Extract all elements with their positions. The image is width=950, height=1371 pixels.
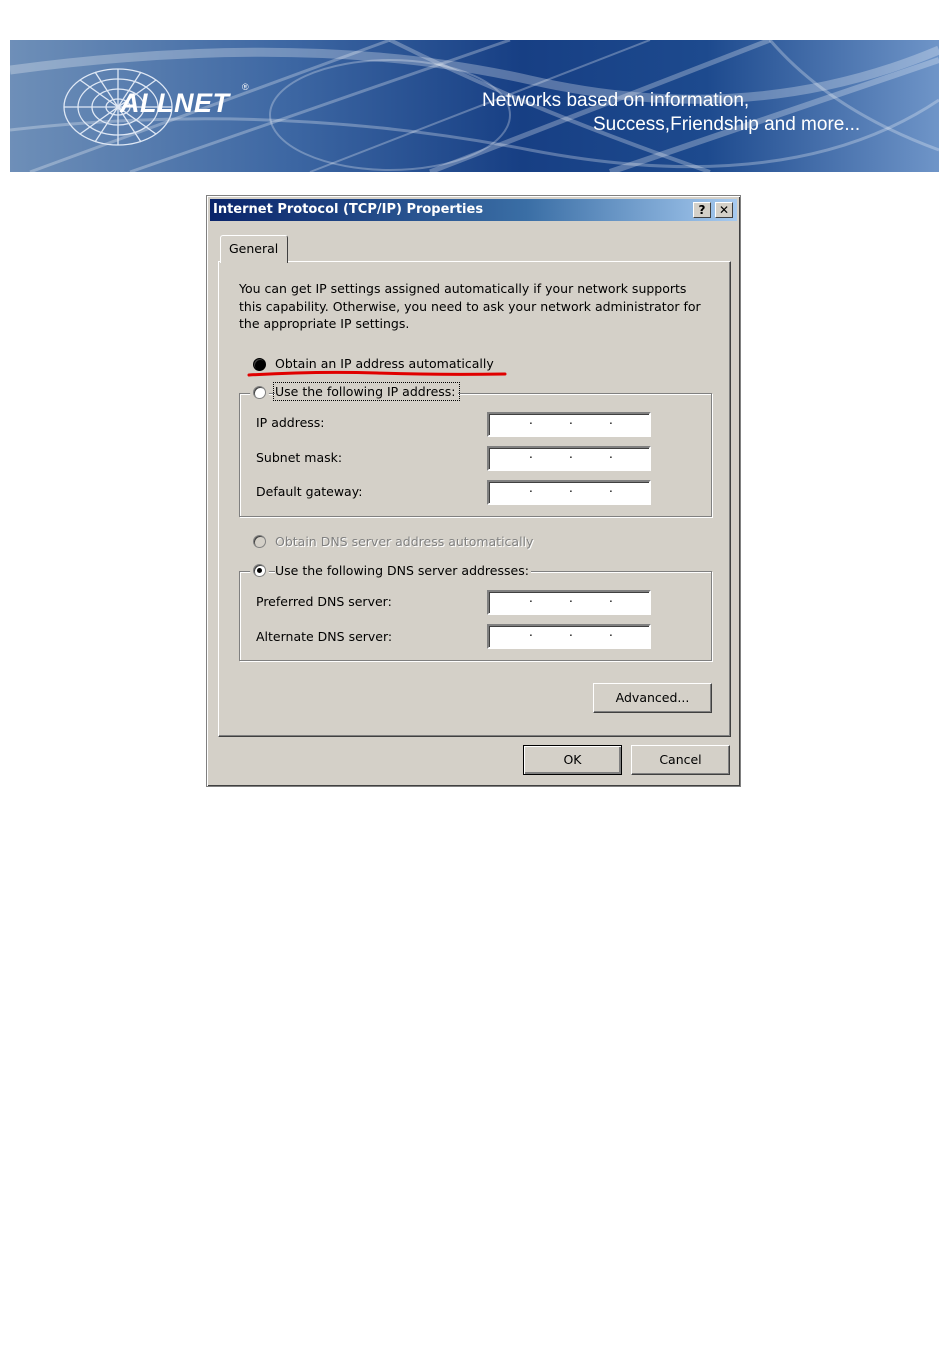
preferred-dns-field[interactable] — [487, 590, 651, 615]
preferred-dns-label: Preferred DNS server: — [256, 594, 392, 609]
subnet-mask-label: Subnet mask: — [256, 450, 343, 465]
general-tab-panel: You can get IP settings assigned automat… — [218, 261, 731, 737]
use-following-ip-radio[interactable] — [253, 386, 266, 399]
tcpip-properties-dialog: Internet Protocol (TCP/IP) Properties ? … — [206, 195, 741, 787]
use-following-ip-label[interactable]: Use the following IP address: — [273, 382, 460, 401]
advanced-button-label: Advanced... — [615, 690, 690, 705]
use-following-dns-radio[interactable] — [253, 564, 266, 577]
tab-general-label: General — [229, 241, 279, 256]
intro-line-1: You can get IP settings assigned automat… — [239, 281, 687, 296]
dialog-title: Internet Protocol (TCP/IP) Properties — [213, 202, 484, 217]
alternate-dns-field[interactable] — [487, 624, 651, 649]
slogan-line-1: Networks based on information, — [482, 90, 750, 111]
cancel-button[interactable]: Cancel — [631, 745, 730, 775]
intro-line-3: the appropriate IP settings. — [239, 316, 410, 331]
use-following-dns-label[interactable]: Use the following DNS server addresses: — [275, 563, 531, 578]
default-gateway-field[interactable] — [487, 480, 651, 505]
red-highlight-underline — [247, 370, 507, 377]
obtain-dns-auto-label[interactable]: Obtain DNS server address automatically — [275, 534, 533, 549]
dialog-title-bar[interactable]: Internet Protocol (TCP/IP) Properties ? … — [210, 199, 737, 221]
subnet-mask-field[interactable] — [487, 446, 651, 471]
obtain-dns-auto-radio[interactable] — [253, 535, 266, 548]
close-button[interactable]: ✕ — [715, 202, 733, 218]
allnet-banner: ALLNET ® Networks based on information, … — [10, 40, 939, 172]
allnet-brand-name: ALLNET — [120, 88, 230, 118]
default-gateway-label: Default gateway: — [256, 484, 363, 499]
slogan-line-2: Success,Friendship and more... — [593, 114, 861, 135]
intro-text: You can get IP settings assigned automat… — [239, 280, 709, 333]
advanced-button[interactable]: Advanced... — [593, 683, 712, 713]
alternate-dns-label: Alternate DNS server: — [256, 629, 393, 644]
registered-mark: ® — [242, 82, 249, 92]
tab-general[interactable]: General — [220, 235, 288, 263]
intro-line-2: this capability. Otherwise, you need to … — [239, 298, 701, 314]
ip-address-field[interactable] — [487, 412, 651, 437]
ip-address-label: IP address: — [256, 415, 325, 430]
close-icon: ✕ — [718, 203, 730, 217]
help-button[interactable]: ? — [693, 202, 711, 218]
ok-button-label: OK — [563, 752, 582, 767]
cancel-button-label: Cancel — [659, 752, 702, 767]
ok-button[interactable]: OK — [523, 745, 622, 775]
